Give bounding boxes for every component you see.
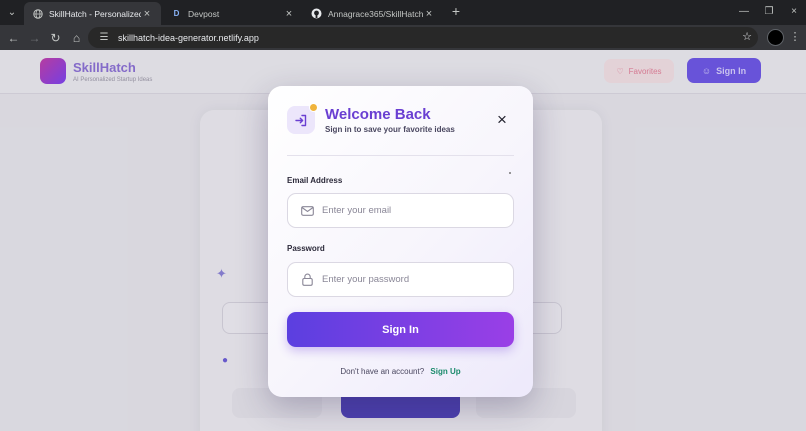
menu-kebab-icon[interactable]: ⋮	[789, 29, 801, 46]
minimize-icon[interactable]: —	[736, 3, 752, 19]
address-bar[interactable]: ☰ skillhatch-idea-generator.netlify.app …	[88, 27, 758, 48]
profile-avatar[interactable]	[767, 29, 784, 46]
email-field[interactable]	[287, 193, 514, 228]
password-label: Password	[287, 244, 325, 253]
globe-icon	[32, 8, 43, 19]
browser-window: ⌄ SkillHatch - Personalized Startu × D D…	[0, 0, 806, 431]
password-input[interactable]	[322, 274, 502, 285]
tab-skillhatch[interactable]: SkillHatch - Personalized Startu ×	[24, 2, 161, 25]
home-icon[interactable]: ⌂	[68, 29, 85, 46]
tab-title: Devpost	[188, 8, 220, 19]
tab-github[interactable]: Annagrace365/SkillHatch ×	[303, 2, 443, 25]
divider	[287, 155, 514, 156]
close-tab-icon[interactable]: ×	[423, 8, 435, 20]
close-window-icon[interactable]: ×	[786, 3, 802, 19]
signin-submit-button[interactable]: Sign In	[287, 312, 514, 347]
page-viewport: SkillHatch AI Personalized Startup Ideas…	[0, 50, 806, 431]
close-tab-icon[interactable]: ×	[141, 8, 153, 20]
signup-link[interactable]: Sign Up	[430, 367, 460, 376]
close-icon[interactable]: ×	[494, 111, 510, 128]
modal-subtitle: Sign in to save your favorite ideas	[325, 125, 455, 134]
decorative-dot	[509, 172, 511, 174]
devpost-icon: D	[173, 9, 180, 18]
signup-prompt-text: Don't have an account?	[340, 367, 425, 376]
lock-icon	[292, 273, 322, 286]
email-label: Email Address	[287, 176, 343, 185]
password-field[interactable]	[287, 262, 514, 297]
close-tab-icon[interactable]: ×	[283, 8, 295, 20]
email-input[interactable]	[322, 205, 502, 216]
new-tab-icon[interactable]: +	[449, 4, 463, 20]
restore-icon[interactable]: ❐	[761, 3, 777, 19]
tab-devpost[interactable]: D Devpost ×	[163, 2, 303, 25]
tab-title: Annagrace365/SkillHatch	[328, 8, 423, 19]
signup-prompt: Don't have an account? Sign Up	[268, 367, 533, 376]
browser-toolbar: ← → ↻ ⌂ ☰ skillhatch-idea-generator.netl…	[0, 25, 806, 50]
bookmark-star-icon[interactable]: ☆	[742, 30, 752, 43]
modal-title: Welcome Back	[325, 106, 431, 123]
site-info-icon[interactable]: ☰	[94, 32, 114, 43]
url-text: skillhatch-idea-generator.netlify.app	[118, 32, 259, 43]
badge-dot-icon	[309, 103, 318, 112]
github-icon	[311, 8, 322, 19]
back-icon[interactable]: ←	[5, 29, 22, 46]
reload-icon[interactable]: ↻	[47, 29, 64, 46]
tab-title: SkillHatch - Personalized Startu	[49, 8, 141, 19]
mail-icon	[292, 205, 322, 216]
tab-search-chevron-icon[interactable]: ⌄	[4, 4, 20, 20]
signin-modal: Welcome Back Sign in to save your favori…	[268, 86, 533, 397]
forward-icon[interactable]: →	[26, 29, 43, 46]
tab-strip: ⌄ SkillHatch - Personalized Startu × D D…	[0, 0, 806, 25]
